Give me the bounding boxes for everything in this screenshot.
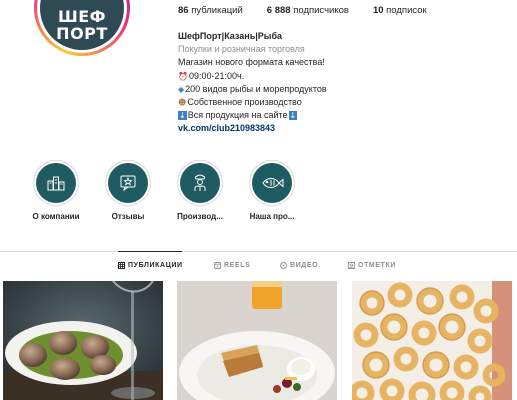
- tab-label: ОТМЕТКИ: [358, 262, 397, 269]
- highlight-ring: [105, 160, 151, 206]
- post-thumbnail-calamari[interactable]: [352, 281, 512, 400]
- reels-icon: [214, 262, 221, 269]
- profile-category: Покупки и розничная торговля: [178, 44, 305, 55]
- avatar[interactable]: ШЕФ ПОРТ: [34, 0, 130, 56]
- tag-icon: [348, 262, 355, 269]
- stat-posts-label: публикаций: [191, 5, 243, 16]
- highlight-label: Отзывы: [111, 212, 145, 221]
- avatar-logo: ШЕФ ПОРТ: [40, 8, 124, 42]
- post-thumbnail-escargots[interactable]: [3, 281, 163, 400]
- stat-followers-value: 6 888: [266, 5, 291, 16]
- highlight-label: О компании: [32, 212, 80, 221]
- tab-label: ПУБЛИКАЦИИ: [128, 262, 183, 269]
- highlight-ring: [33, 160, 79, 206]
- chef-icon: [194, 174, 206, 191]
- pastry-dish-photo: [177, 281, 337, 400]
- avatar-logo-line1: ШЕФ: [57, 7, 107, 26]
- bio-line: ↓ Вся продукция на сайте ↓: [178, 109, 478, 122]
- down-arrow-icon: ↓: [178, 111, 187, 121]
- grid-icon: [118, 262, 125, 269]
- highlight-cover: [108, 163, 148, 203]
- tabs-divider: [0, 251, 517, 252]
- review-star-icon: [120, 175, 136, 192]
- highlight-cover: [252, 163, 292, 203]
- tab-label: REELS: [224, 262, 251, 269]
- active-tab-indicator: [118, 251, 182, 252]
- highlight-cover: [180, 163, 220, 203]
- profile-stats: 86 публикаций 6 888 подписчиков 10 подпи…: [178, 5, 451, 16]
- highlight-reviews[interactable]: Отзывы: [92, 160, 164, 221]
- avatar-image: ШЕФ ПОРТ: [40, 0, 124, 50]
- fried-calamari-rings-photo: [352, 281, 512, 400]
- profile-name: ШефПорт|Казань|Рыба: [178, 31, 283, 41]
- stat-posts-value: 86: [178, 5, 189, 16]
- buildings-icon: [47, 176, 65, 191]
- highlight-products[interactable]: Наша про...: [236, 160, 308, 221]
- alarm-clock-icon: ⏰: [178, 71, 188, 81]
- bio-hours: 09:00-21:00ч.: [188, 70, 245, 81]
- story-highlights: О компании Отзывы Производ... Наша про..…: [20, 160, 308, 221]
- profile-bio: ШефПорт|Казань|Рыба Покупки и розничная …: [178, 30, 478, 136]
- bio-line: ◆200 видов рыбы и морепродуктов: [178, 83, 478, 96]
- fish-emoji-icon: ◆: [178, 84, 185, 94]
- stat-following-label: подписок: [386, 5, 427, 16]
- avatar-inner: ШЕФ ПОРТ: [37, 0, 127, 53]
- bio-line: ⏰09:00-21:00ч.: [178, 70, 478, 83]
- bio-assortment: 200 видов рыбы и морепродуктов: [185, 83, 327, 94]
- stat-posts: 86 публикаций: [178, 5, 243, 16]
- tab-tagged[interactable]: ОТМЕТКИ: [348, 262, 396, 269]
- video-icon: [280, 262, 287, 269]
- highlight-ring: [249, 160, 295, 206]
- highlight-about[interactable]: О компании: [20, 160, 92, 221]
- tab-publications[interactable]: ПУБЛИКАЦИИ: [118, 262, 183, 269]
- tab-video[interactable]: ВИДЕО: [280, 262, 318, 269]
- bio-line: Магазин нового формата качества!: [178, 57, 325, 68]
- profile-link[interactable]: vk.com/club210983843: [178, 122, 478, 135]
- escargots-plate-photo: [3, 281, 163, 400]
- highlight-production[interactable]: Производ...: [164, 160, 236, 221]
- stat-followers-label: подписчиков: [293, 5, 349, 16]
- chef-emoji-icon: ☻: [178, 98, 187, 108]
- avatar-logo-line2: ПОРТ: [56, 24, 108, 43]
- stat-followers[interactable]: 6 888 подписчиков: [267, 5, 349, 16]
- highlight-label: Производ...: [177, 212, 223, 221]
- tab-label: ВИДЕО: [290, 262, 319, 269]
- bio-line: ☻Собственное производство: [178, 96, 478, 109]
- bio-production: Собственное производство: [187, 97, 302, 108]
- stat-following[interactable]: 10 подписок: [373, 5, 427, 16]
- highlight-ring: [177, 160, 223, 206]
- down-arrow-icon: ↓: [288, 111, 298, 121]
- stat-following-value: 10: [372, 5, 384, 16]
- highlight-label: Наша про...: [249, 212, 295, 221]
- tab-reels[interactable]: REELS: [214, 262, 250, 269]
- post-thumbnail-pastry[interactable]: [177, 281, 337, 400]
- highlight-cover: [36, 163, 76, 203]
- bio-website: Вся продукция на сайте: [187, 110, 288, 121]
- fish-icon: [262, 178, 284, 188]
